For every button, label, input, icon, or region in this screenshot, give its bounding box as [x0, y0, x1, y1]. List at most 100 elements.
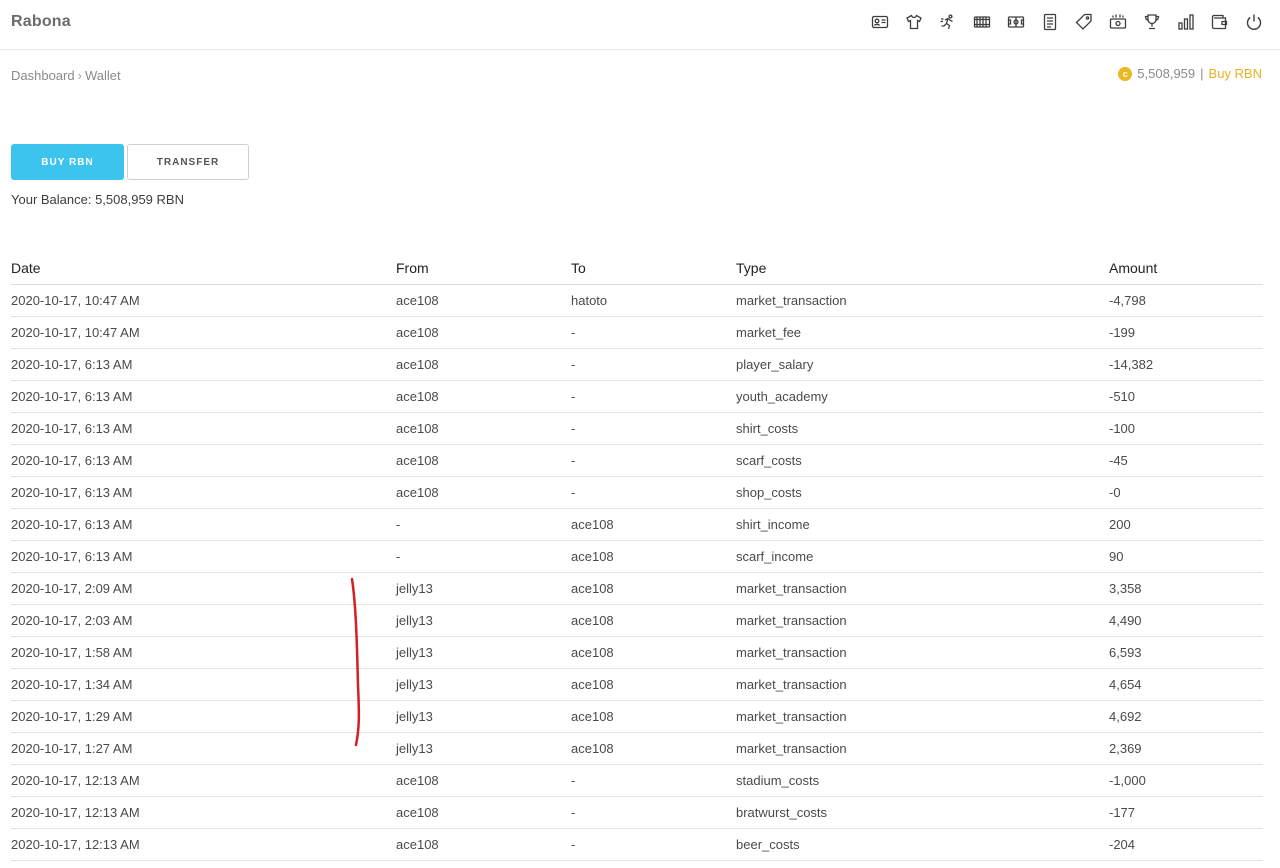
cell-type: market_transaction: [736, 700, 1109, 733]
cell-date: 2020-10-17, 1:29 AM: [11, 700, 396, 733]
cell-amount: 4,490: [1109, 604, 1263, 637]
cell-amount: 3,358: [1109, 572, 1263, 605]
cell-to: -: [571, 828, 736, 861]
power-icon[interactable]: [1244, 12, 1264, 32]
cell-date: 2020-10-17, 6:13 AM: [11, 476, 396, 509]
cell-date: 2020-10-17, 12:13 AM: [11, 796, 396, 829]
cell-amount: 200: [1109, 508, 1263, 541]
cell-to: ace108: [571, 572, 736, 605]
breadcrumb-dashboard[interactable]: Dashboard: [11, 68, 75, 83]
cell-type: scarf_income: [736, 540, 1109, 573]
cell-from: ace108: [396, 476, 571, 509]
cell-date: 2020-10-17, 6:13 AM: [11, 540, 396, 573]
table-row: 2020-10-17, 1:29 AM jelly13 ace108 market_t…: [11, 700, 1263, 733]
table-row: 2020-10-17, 10:47 AM ace108- market_fee -19…: [11, 316, 1263, 349]
cell-to: ace108: [571, 700, 736, 733]
table-row: 2020-10-17, 1:58 AM jelly13 ace108 market_t…: [11, 636, 1263, 669]
cell-amount: -510: [1109, 380, 1263, 413]
cell-date: 2020-10-17, 10:47 AM: [11, 284, 396, 317]
cell-to: ace108: [571, 668, 736, 701]
cell-amount: 4,692: [1109, 700, 1263, 733]
running-player-icon[interactable]: [938, 12, 958, 32]
cell-to: -: [571, 316, 736, 349]
cell-date: 2020-10-17, 2:03 AM: [11, 604, 396, 637]
breadcrumb-wallet: Wallet: [84, 68, 121, 83]
cell-type: market_transaction: [736, 284, 1109, 317]
cell-to: -: [571, 444, 736, 477]
cell-amount: -0: [1109, 476, 1263, 509]
cell-amount: -14,382: [1109, 348, 1263, 381]
table-row: 2020-10-17, 6:13 AM - ace108 shirt_income 20…: [11, 508, 1263, 541]
cell-date: 2020-10-17, 6:13 AM: [11, 508, 396, 541]
cell-amount: -4,798: [1109, 284, 1263, 317]
table-row: 2020-10-17, 1:34 AM jelly13 ace108 market_t…: [11, 668, 1263, 701]
brand-logo[interactable]: Rabona: [11, 13, 71, 31]
table-row: 2020-10-17, 12:13 AM ace108- bratwurst_cos…: [11, 796, 1263, 829]
cell-date: 2020-10-17, 6:13 AM: [11, 380, 396, 413]
cell-to: -: [571, 764, 736, 797]
cell-type: shirt_income: [736, 508, 1109, 541]
table-row: 2020-10-17, 12:13 AM ace108- beer_costs -20…: [11, 828, 1263, 861]
breadcrumb: Dashboard › Wallet: [11, 68, 121, 83]
document-icon[interactable]: [1040, 12, 1060, 32]
transactions-body: 2020-10-17, 10:47 AM ace108 hatoto market_t…: [11, 284, 1263, 861]
cell-type: scarf_costs: [736, 444, 1109, 477]
table-row: 2020-10-17, 6:13 AM ace108- shop_costs -0: [11, 476, 1263, 509]
cell-type: market_transaction: [736, 572, 1109, 605]
cell-from: ace108: [396, 444, 571, 477]
cell-to: -: [571, 348, 736, 381]
cell-from: ace108: [396, 796, 571, 829]
cell-from: ace108: [396, 412, 571, 445]
table-row: 2020-10-17, 6:13 AM ace108- youth_academy -…: [11, 380, 1263, 413]
cell-type: youth_academy: [736, 380, 1109, 413]
cell-type: market_transaction: [736, 604, 1109, 637]
table-row: 2020-10-17, 6:13 AM - ace108 scarf_income 90: [11, 540, 1263, 573]
cell-to: ace108: [571, 604, 736, 637]
cell-to: ace108: [571, 732, 736, 765]
transfer-button[interactable]: TRANSFER: [127, 144, 249, 180]
shirt-icon[interactable]: [904, 12, 924, 32]
cell-from: jelly13: [396, 636, 571, 669]
cell-type: stadium_costs: [736, 764, 1109, 797]
cell-type: market_transaction: [736, 668, 1109, 701]
table-row: 2020-10-17, 1:27 AM jelly13 ace108 market_t…: [11, 732, 1263, 765]
table-row: 2020-10-17, 2:09 AM jelly13 ace108 market_t…: [11, 572, 1263, 605]
cell-amount: -177: [1109, 796, 1263, 829]
column-header-to: To: [571, 252, 736, 285]
cell-type: market_transaction: [736, 636, 1109, 669]
stadium-icon[interactable]: [972, 12, 992, 32]
cell-type: market_fee: [736, 316, 1109, 349]
breadcrumb-separator: ›: [77, 68, 82, 83]
ticket-icon[interactable]: [1006, 12, 1026, 32]
cell-type: bratwurst_costs: [736, 796, 1109, 829]
cell-amount: -100: [1109, 412, 1263, 445]
table-header-row: Date From To Type Amount: [11, 252, 1263, 285]
cell-to: -: [571, 412, 736, 445]
cell-to: ace108: [571, 508, 736, 541]
cell-amount: -199: [1109, 316, 1263, 349]
buy-rbn-link[interactable]: Buy RBN: [1209, 66, 1262, 81]
cell-from: ace108: [396, 380, 571, 413]
cell-from: -: [396, 508, 571, 541]
cell-type: beer_costs: [736, 828, 1109, 861]
buy-rbn-button[interactable]: BUY RBN: [11, 144, 124, 180]
cell-amount: 90: [1109, 540, 1263, 573]
table-row: 2020-10-17, 6:13 AM ace108- scarf_costs -45: [11, 444, 1263, 477]
cell-to: -: [571, 476, 736, 509]
cell-amount: -45: [1109, 444, 1263, 477]
cell-to: -: [571, 380, 736, 413]
cell-amount: 6,593: [1109, 636, 1263, 669]
cell-date: 2020-10-17, 6:13 AM: [11, 348, 396, 381]
your-balance-text: Your Balance: 5,508,959 RBN: [11, 192, 184, 207]
trophy-icon[interactable]: [1142, 12, 1162, 32]
cell-date: 2020-10-17, 12:13 AM: [11, 764, 396, 797]
table-row: 2020-10-17, 10:47 AM ace108 hatoto market_t…: [11, 284, 1263, 317]
cell-type: shop_costs: [736, 476, 1109, 509]
id-card-icon[interactable]: [870, 12, 890, 32]
column-header-type: Type: [736, 252, 1109, 285]
wallet-icon[interactable]: [1210, 12, 1230, 32]
money-icon[interactable]: [1108, 12, 1128, 32]
cell-to: ace108: [571, 540, 736, 573]
bar-chart-icon[interactable]: [1176, 12, 1196, 32]
tag-icon[interactable]: [1074, 12, 1094, 32]
